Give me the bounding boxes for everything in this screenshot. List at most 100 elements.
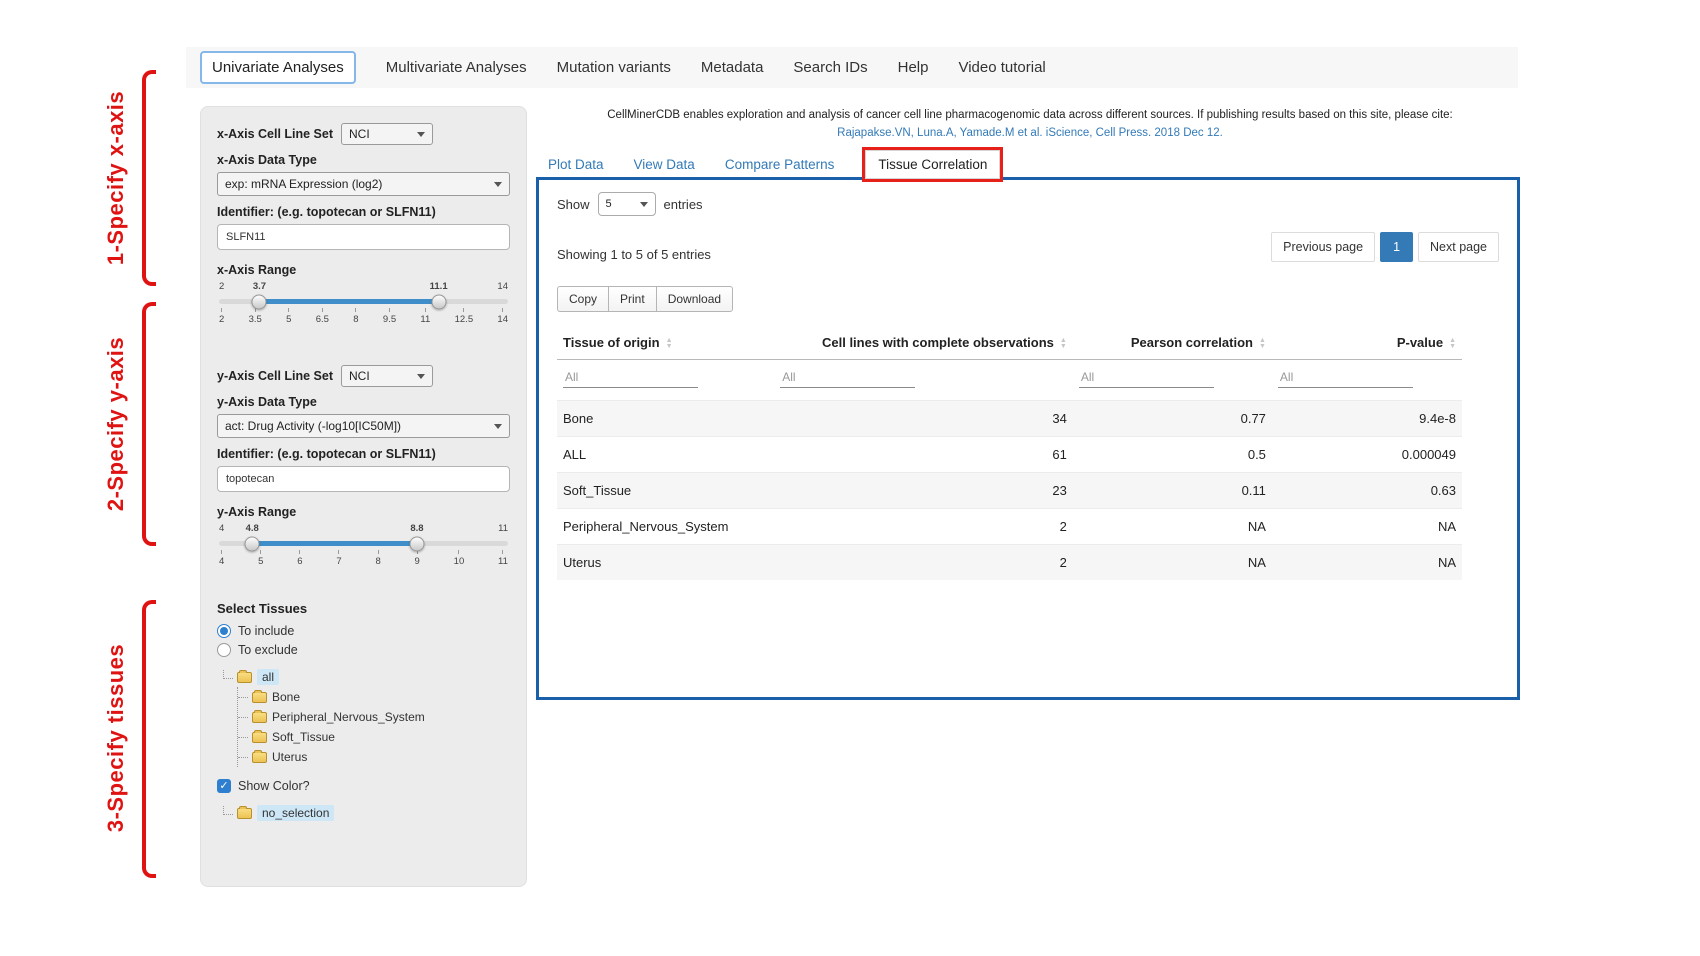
slider-tick-labels: 4 5 6 7 8 9 10 11 [219, 550, 508, 567]
x-axis-cell-line-set-select[interactable]: NCI [341, 123, 433, 145]
sort-icon[interactable]: ▲▼ [1259, 338, 1266, 350]
entries-label: entries [664, 197, 703, 212]
tree-node-soft-tissue[interactable]: Soft_Tissue [272, 730, 335, 744]
download-button[interactable]: Download [656, 286, 733, 312]
nav-tab-video-tutorial[interactable]: Video tutorial [958, 59, 1045, 76]
nav-tab-mutation-variants[interactable]: Mutation variants [557, 59, 671, 76]
tree-node-bone[interactable]: Bone [272, 690, 300, 704]
slider-tick: 3.5 [249, 308, 262, 325]
copy-button[interactable]: Copy [557, 286, 609, 312]
tree-connector [223, 670, 233, 679]
nav-tab-multivariate-analyses[interactable]: Multivariate Analyses [386, 59, 527, 76]
slider-tick: 5 [258, 550, 263, 567]
previous-page-button[interactable]: Previous page [1271, 232, 1375, 262]
cell-n: 23 [774, 473, 1073, 509]
slider-tick: 8 [375, 550, 380, 567]
citation-link[interactable]: Rajapakse.VN, Luna.A, Yamade.M et al. iS… [540, 125, 1520, 143]
slider-handle-high[interactable] [431, 294, 446, 309]
table-row[interactable]: Peripheral_Nervous_System 2 NA NA [557, 509, 1462, 545]
slider-high-label: 8.8 [410, 523, 423, 534]
column-header-pearson-correlation[interactable]: Pearson correlation▲▼ [1073, 326, 1272, 360]
dropdown-caret-icon [494, 424, 502, 429]
table-header-row: Tissue of origin▲▼ Cell lines with compl… [557, 326, 1462, 360]
cell-p-value: NA [1272, 509, 1462, 545]
x-axis-data-type-label: x-Axis Data Type [217, 153, 510, 167]
citation-line1: CellMinerCDB enables exploration and ana… [540, 107, 1520, 125]
tree-node-peripheral-nervous-system[interactable]: Peripheral_Nervous_System [272, 710, 425, 724]
slider-low-label: 3.7 [253, 281, 266, 292]
column-header-p-value[interactable]: P-value ▲▼ [1272, 326, 1462, 360]
slider-handle-high[interactable] [409, 536, 424, 551]
tree-connector [223, 806, 233, 815]
column-header-label: P-value [1397, 335, 1443, 350]
nav-tab-help[interactable]: Help [898, 59, 929, 76]
x-axis-identifier-input[interactable] [217, 224, 510, 250]
sort-icon[interactable]: ▲▼ [1449, 338, 1456, 350]
cell-pearson: 0.11 [1073, 473, 1272, 509]
tree-node-all[interactable]: all [257, 669, 279, 685]
tab-compare-patterns[interactable]: Compare Patterns [723, 151, 837, 178]
nav-tab-search-ids[interactable]: Search IDs [793, 59, 867, 76]
annotation-step2-label: 2-Specify y-axis [103, 337, 129, 511]
column-header-label: Cell lines with complete observations [822, 335, 1054, 350]
slider-handle-low[interactable] [245, 536, 260, 551]
y-axis-identifier-input[interactable] [217, 466, 510, 492]
tree-node-no-selection[interactable]: no_selection [257, 805, 334, 821]
slider-track[interactable] [219, 299, 508, 304]
sort-icon[interactable]: ▲▼ [666, 338, 673, 350]
sidebar-panel: x-Axis Cell Line Set NCI x-Axis Data Typ… [200, 106, 527, 887]
cell-pearson: NA [1073, 545, 1272, 581]
slider-tick: 9 [415, 550, 420, 567]
y-axis-cell-line-set-select[interactable]: NCI [341, 365, 433, 387]
show-color-checkbox[interactable]: ✓ [217, 779, 231, 793]
y-axis-data-type-select[interactable]: act: Drug Activity (-log10[IC50M]) [217, 414, 510, 438]
tree-node-uterus[interactable]: Uterus [272, 750, 307, 764]
slider-tick: 6.5 [316, 308, 329, 325]
table-row[interactable]: Bone 34 0.77 9.4e-8 [557, 401, 1462, 437]
to-exclude-label: To exclude [238, 643, 298, 657]
nav-tab-univariate-analyses[interactable]: Univariate Analyses [200, 51, 356, 84]
nav-tab-metadata[interactable]: Metadata [701, 59, 764, 76]
slider-tick: 11 [420, 308, 430, 325]
slider-tick: 6 [297, 550, 302, 567]
column-header-tissue-of-origin[interactable]: Tissue of origin▲▼ [557, 326, 774, 360]
showing-entries-text: Showing 1 to 5 of 5 entries [557, 247, 711, 262]
filter-cell-lines-input[interactable] [780, 367, 915, 388]
tab-tissue-correlation[interactable]: Tissue Correlation [865, 150, 1000, 179]
table-row[interactable]: ALL 61 0.5 0.000049 [557, 437, 1462, 473]
slider-handle-low[interactable] [252, 294, 267, 309]
table-filter-row [557, 360, 1462, 401]
annotation-step1-bracket [142, 70, 156, 286]
tab-plot-data[interactable]: Plot Data [546, 151, 606, 178]
page: 1-Specify x-axis 2-Specify y-axis 3-Spec… [0, 0, 1700, 956]
slider-track[interactable] [219, 541, 508, 546]
x-axis-range-slider: 2 3.7 11.1 14 2 3.5 5 6.5 8 9.5 11 12.5 … [219, 281, 508, 325]
dropdown-caret-icon [417, 132, 425, 137]
filter-tissue-input[interactable] [563, 367, 698, 388]
selection-tree: no_selection [223, 803, 510, 823]
page-number-button[interactable]: 1 [1380, 232, 1413, 262]
slider-min-label: 4 [219, 523, 224, 534]
x-axis-data-type-select[interactable]: exp: mRNA Expression (log2) [217, 172, 510, 196]
folder-icon [252, 752, 267, 763]
filter-p-value-input[interactable] [1278, 367, 1413, 388]
to-exclude-radio[interactable] [217, 643, 231, 657]
tissue-correlation-panel: Show 5 entries Showing 1 to 5 of 5 entri… [536, 177, 1520, 700]
slider-tick: 10 [454, 550, 465, 567]
page-length-select[interactable]: 5 [598, 192, 656, 216]
slider-tick: 12.5 [455, 308, 474, 325]
next-page-button[interactable]: Next page [1418, 232, 1499, 262]
sort-icon[interactable]: ▲▼ [1060, 338, 1067, 350]
annotation-step1-label: 1-Specify x-axis [103, 91, 129, 265]
annotation-step3-label: 3-Specify tissues [103, 644, 129, 832]
to-include-radio[interactable] [217, 624, 231, 638]
y-axis-cell-line-set-value: NCI [349, 369, 370, 383]
cell-pearson: NA [1073, 509, 1272, 545]
table-row[interactable]: Soft_Tissue 23 0.11 0.63 [557, 473, 1462, 509]
filter-pearson-input[interactable] [1079, 367, 1214, 388]
table-row[interactable]: Uterus 2 NA NA [557, 545, 1462, 581]
folder-icon [252, 712, 267, 723]
column-header-cell-lines[interactable]: Cell lines with complete observations ▲▼ [774, 326, 1073, 360]
tab-view-data[interactable]: View Data [632, 151, 697, 178]
print-button[interactable]: Print [608, 286, 657, 312]
